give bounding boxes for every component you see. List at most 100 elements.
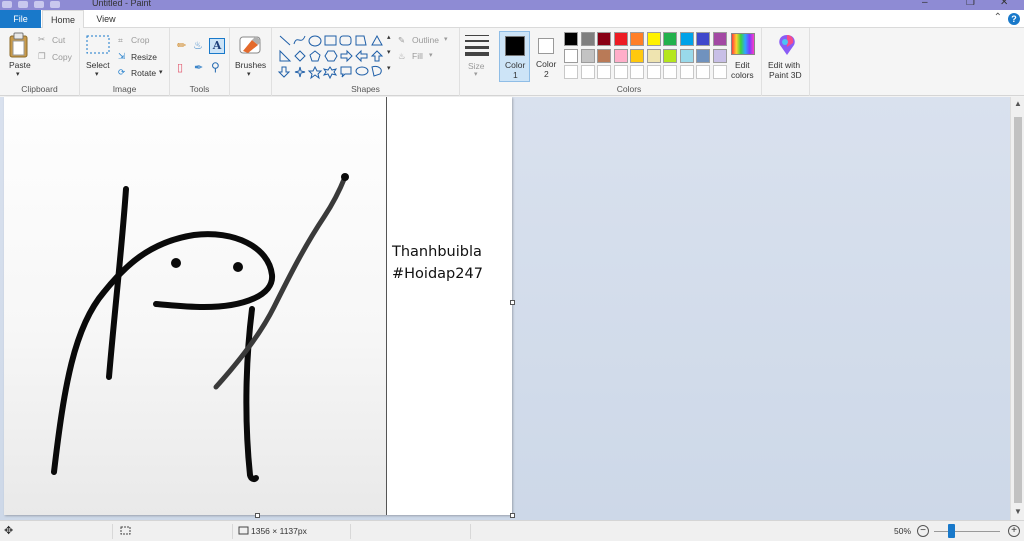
size-group: Size ▾ [460, 28, 497, 96]
cursor-position-icon: ✥ [4, 525, 14, 537]
paste-button[interactable]: Paste [9, 60, 31, 70]
rotate-button[interactable]: Rotate [131, 68, 156, 78]
shapes-gallery[interactable] [276, 32, 390, 80]
palette-swatch[interactable] [663, 48, 677, 63]
palette-swatch[interactable] [679, 65, 694, 79]
drawing-canvas[interactable]: Thanhbuibla #Hoidap247 [4, 97, 512, 515]
palette-swatch[interactable] [580, 48, 595, 63]
rotate-dropdown-icon[interactable]: ▾ [159, 68, 163, 76]
text-tool-icon[interactable]: A [209, 38, 225, 54]
resize-handle-corner[interactable] [510, 513, 515, 518]
copy-button[interactable]: Copy [52, 52, 72, 62]
palette-swatch[interactable] [580, 65, 595, 79]
resize-handle-right[interactable] [510, 300, 515, 305]
select-button[interactable]: Select [86, 60, 110, 70]
palette-swatch[interactable] [630, 48, 644, 63]
tab-file[interactable]: File [0, 10, 41, 28]
palette-swatch[interactable] [613, 48, 628, 63]
fill-bucket-icon[interactable]: ♨ [193, 39, 203, 52]
paste-dropdown-icon[interactable]: ▾ [16, 70, 20, 78]
edit-colors-label-line1[interactable]: Edit [735, 60, 750, 70]
palette-swatch[interactable] [679, 48, 694, 63]
palette-swatch[interactable] [712, 48, 727, 63]
pencil-icon[interactable]: ✏ [177, 39, 186, 52]
paint3d-label-line1[interactable]: Edit with [768, 60, 800, 70]
copy-icon: ❐ [38, 51, 46, 61]
paint3d-label-line2[interactable]: Paint 3D [769, 70, 802, 80]
cut-button[interactable]: Cut [52, 35, 65, 45]
outline-button[interactable]: Outline [412, 35, 439, 45]
palette-swatch[interactable] [696, 65, 710, 79]
zoom-level: 50% [894, 526, 912, 536]
zoom-in-button[interactable]: + [1008, 525, 1020, 537]
palette-swatch[interactable] [712, 32, 727, 46]
palette-swatch[interactable] [630, 65, 644, 79]
scrollbar-thumb[interactable] [1014, 117, 1022, 503]
brushes-icon[interactable] [238, 33, 264, 57]
palette-swatch[interactable] [597, 48, 611, 63]
scroll-up-icon[interactable]: ▲ [1014, 99, 1022, 108]
zoom-slider-thumb[interactable] [948, 524, 955, 538]
palette-swatch[interactable] [663, 65, 677, 79]
clipboard-group: Paste ▾ ✂ Cut ❐ Copy Clipboard [0, 28, 80, 96]
close-button[interactable]: ✕ [1000, 0, 1008, 8]
select-icon[interactable] [86, 34, 110, 56]
palette-swatch[interactable] [663, 32, 677, 46]
tab-home[interactable]: Home [42, 10, 84, 29]
palette-swatch[interactable] [679, 32, 694, 46]
palette-swatch[interactable] [597, 65, 611, 79]
edit-colors-label-line2[interactable]: colors [731, 70, 754, 80]
paste-icon[interactable] [8, 32, 30, 58]
fill-icon: ♨ [398, 51, 406, 61]
scroll-down-icon[interactable]: ▼ [1014, 507, 1022, 516]
size-lines-icon[interactable] [465, 34, 491, 56]
fill-dropdown-icon[interactable]: ▾ [429, 51, 433, 59]
color-picker-icon[interactable]: ✒ [194, 61, 203, 74]
resize-handle-bottom[interactable] [255, 513, 260, 518]
palette-swatch[interactable] [613, 32, 628, 46]
palette-swatch[interactable] [696, 48, 710, 63]
palette-swatch[interactable] [597, 32, 611, 46]
palette-swatch[interactable] [580, 32, 595, 46]
fill-button[interactable]: Fill [412, 51, 423, 61]
brushes-dropdown-icon[interactable]: ▾ [247, 70, 251, 78]
select-dropdown-icon[interactable]: ▾ [95, 70, 99, 78]
shapes-scroll-down-icon[interactable]: ▾ [387, 48, 391, 56]
brushes-button[interactable]: Brushes [235, 60, 266, 70]
zoom-out-button[interactable]: − [917, 525, 929, 537]
collapse-ribbon-icon[interactable]: ⌃ [994, 12, 1002, 23]
redo-icon[interactable] [50, 1, 60, 8]
palette-swatch[interactable] [712, 65, 727, 79]
tab-view[interactable]: View [86, 10, 126, 28]
sketch-drawing [51, 173, 349, 482]
shapes-scroll-up-icon[interactable]: ▴ [387, 33, 391, 41]
palette-swatch[interactable] [564, 32, 578, 46]
palette-swatch[interactable] [646, 48, 661, 63]
brushes-group: Brushes ▾ [230, 28, 272, 96]
shapes-more-icon[interactable]: ▾ [387, 64, 391, 72]
vertical-scrollbar[interactable]: ▲ ▼ [1010, 97, 1024, 520]
edit-colors-icon[interactable] [731, 33, 755, 55]
zoom-slider-track[interactable] [934, 531, 1000, 532]
undo-icon[interactable] [34, 1, 44, 8]
crop-button[interactable]: Crop [131, 35, 149, 45]
save-icon[interactable] [18, 1, 28, 8]
palette-swatch[interactable] [564, 65, 578, 79]
minimize-button[interactable]: – [922, 0, 928, 8]
palette-swatch[interactable] [646, 32, 661, 46]
palette-swatch[interactable] [630, 32, 644, 46]
outline-dropdown-icon[interactable]: ▾ [444, 35, 448, 43]
maximize-button[interactable]: ❐ [966, 0, 975, 8]
palette-swatch[interactable] [564, 48, 578, 63]
canvas-area[interactable]: Thanhbuibla #Hoidap247 [0, 97, 1010, 520]
help-icon[interactable]: ? [1008, 13, 1020, 25]
resize-button[interactable]: Resize [131, 52, 157, 62]
eraser-icon[interactable]: ▯ [177, 61, 183, 74]
paint-app-icon [2, 1, 12, 8]
paint3d-icon[interactable] [776, 33, 798, 57]
palette-swatch[interactable] [646, 65, 661, 79]
size-dropdown-icon[interactable]: ▾ [474, 70, 478, 78]
palette-swatch[interactable] [696, 32, 710, 46]
magnifier-icon[interactable]: ⚲ [211, 60, 220, 74]
palette-swatch[interactable] [613, 65, 628, 79]
